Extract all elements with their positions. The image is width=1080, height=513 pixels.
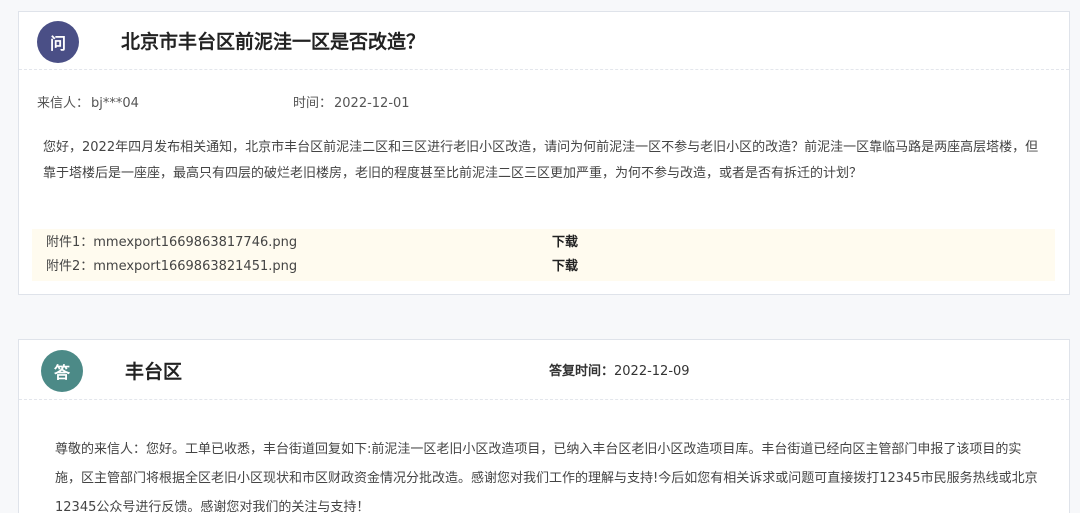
question-card: 问 北京市丰台区前泥洼一区是否改造？ 来信人： bj***04 时间： 2022-1… [18,11,1070,295]
sender-value: bj***04 [91,96,139,111]
question-header: 问 北京市丰台区前泥洼一区是否改造？ [19,12,1069,70]
question-time: 时间： 2022-12-01 [293,92,410,111]
reply-time-value: 2022-12-09 [614,364,690,379]
time-label: 时间： [293,96,333,111]
question-title: 北京市丰台区前泥洼一区是否改造？ [121,31,426,53]
sender-label: 来信人： [37,96,90,111]
answer-card: 答 丰台区 答复时间：2022-12-09 尊敬的来信人：您好。工单已收悉，丰台… [18,339,1070,513]
time-value: 2022-12-01 [334,96,410,111]
download-link[interactable]: 下载 [552,231,578,255]
question-content: 您好，2022年四月发布相关通知，北京市丰台区前泥洼二区和三区进行老旧小区改造，… [43,140,1039,181]
question-badge: 问 [37,21,79,63]
download-link[interactable]: 下载 [552,255,578,279]
attachment-name: 附件1：mmexport1669863817746.png [46,235,298,250]
answer-content: 尊敬的来信人：您好。工单已收悉，丰台街道回复如下:前泥洼一区老旧小区改造项目，已… [55,442,1038,513]
attachments-panel: 附件1：mmexport1669863817746.png 下载 附件2：mme… [32,229,1055,281]
answer-department: 丰台区 [125,361,183,383]
attachment-row: 附件2：mmexport1669863821451.png 下载 [32,255,1055,279]
attachment-name: 附件2：mmexport1669863821451.png [46,259,298,274]
answer-header: 答 丰台区 答复时间：2022-12-09 [19,340,1069,400]
sender-info: 来信人： bj***04 [37,92,139,111]
answer-badge: 答 [41,350,83,392]
reply-time: 答复时间：2022-12-09 [549,360,690,379]
reply-time-label: 答复时间： [549,364,615,379]
attachment-row: 附件1：mmexport1669863817746.png 下载 [32,231,1055,255]
